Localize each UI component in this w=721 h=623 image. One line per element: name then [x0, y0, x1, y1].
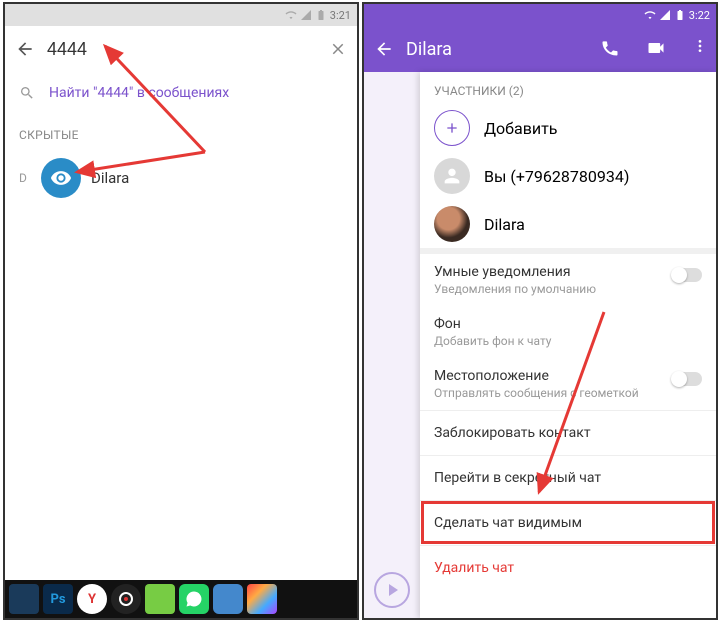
overflow-button[interactable]	[692, 38, 706, 60]
search-prompt-text: Найти "4444" в сообщениях	[49, 85, 229, 101]
smart-notifications-sub: Уведомления по умолчанию	[434, 282, 662, 296]
smart-notifications-toggle[interactable]	[672, 268, 702, 282]
taskbar-icon-1[interactable]	[9, 584, 39, 614]
delete-chat-row[interactable]: Удалить чат	[420, 545, 716, 590]
phone-icon	[600, 38, 620, 58]
location-title: Местоположение	[434, 368, 662, 384]
search-in-messages-row[interactable]: Найти "4444" в сообщениях	[5, 72, 357, 114]
avatar-self	[434, 158, 470, 194]
send-circle-icon	[374, 572, 410, 608]
background-title: Фон	[434, 316, 702, 332]
whatsapp-icon	[185, 590, 203, 608]
taskbar-icon-disc[interactable]	[111, 584, 141, 614]
background-row[interactable]: Фон Добавить фон к чату	[420, 306, 716, 358]
back-button[interactable]	[374, 39, 394, 59]
member-self-label: Вы (+79628780934)	[484, 167, 629, 186]
chat-background-strip	[364, 72, 420, 618]
battery-icon	[315, 9, 327, 21]
status-time: 3:21	[330, 9, 351, 22]
status-bar: 3:22	[364, 4, 716, 26]
location-toggle[interactable]	[672, 372, 702, 386]
participants-header: УЧАСТНИКИ (2)	[420, 72, 716, 104]
call-button[interactable]	[600, 38, 622, 60]
eye-icon	[50, 167, 72, 189]
status-time: 3:22	[689, 9, 710, 22]
search-input[interactable]	[47, 39, 317, 60]
search-toolbar	[5, 26, 357, 72]
taskbar-icon-whatsapp[interactable]	[179, 584, 209, 614]
back-button[interactable]	[15, 39, 35, 59]
smart-notifications-row[interactable]: Умные уведомления Уведомления по умолчан…	[420, 254, 716, 306]
video-call-button[interactable]	[646, 38, 668, 60]
secret-chat-row[interactable]: Перейти в секретный чат	[420, 455, 716, 500]
location-sub: Отправлять сообщения с геометкой	[434, 386, 662, 400]
chat-title: Dilara	[406, 39, 576, 60]
video-icon	[646, 38, 666, 58]
phone-right: 3:22 Dilara :21✓✓ :06✓✓ ✓✓	[362, 2, 718, 620]
chat-info-toolbar: Dilara	[364, 26, 716, 72]
taskbar: Ps Y	[5, 580, 357, 618]
avatar-dilara	[434, 206, 470, 242]
contact-name: Dilara	[91, 169, 129, 187]
taskbar-icon-y[interactable]: Y	[77, 584, 107, 614]
location-row[interactable]: Местоположение Отправлять сообщения с ге…	[420, 358, 716, 410]
contact-letter: D	[19, 171, 31, 185]
add-button[interactable]	[434, 110, 470, 146]
avatar-hidden	[41, 158, 81, 198]
search-icon	[19, 85, 35, 101]
taskbar-icon-sheet[interactable]	[145, 584, 175, 614]
add-participant-row[interactable]: Добавить	[420, 104, 716, 152]
phone-left: 3:21 Найти "4444" в сообщениях СКРЫТЫЕ D…	[3, 2, 359, 620]
chat-info-panel: УЧАСТНИКИ (2) Добавить Вы (+79628780934)…	[420, 72, 716, 618]
wifi-icon	[285, 9, 297, 21]
contact-row-dilara[interactable]: D Dilara	[5, 152, 357, 204]
make-chat-visible-row[interactable]: Сделать чат видимым	[420, 500, 716, 545]
status-bar: 3:21	[5, 4, 357, 26]
wifi-icon	[644, 9, 656, 21]
clear-button[interactable]	[329, 40, 347, 58]
taskbar-icon-ps[interactable]: Ps	[43, 584, 73, 614]
background-sub: Добавить фон к чату	[434, 334, 702, 348]
signal-icon	[659, 9, 671, 21]
battery-icon	[674, 9, 686, 21]
taskbar-icon-cloud[interactable]	[213, 584, 243, 614]
arrow-left-icon	[374, 39, 394, 59]
member-other-label: Dilara	[484, 215, 525, 234]
close-icon	[329, 40, 347, 58]
signal-icon	[300, 9, 312, 21]
add-label: Добавить	[484, 119, 557, 138]
member-other[interactable]: Dilara	[420, 200, 716, 248]
plus-icon	[444, 120, 460, 136]
block-contact-row[interactable]: Заблокировать контакт	[420, 410, 716, 455]
arrow-left-icon	[15, 39, 35, 59]
person-icon	[441, 165, 463, 187]
hidden-section-header: СКРЫТЫЕ	[5, 114, 357, 152]
more-vert-icon	[692, 38, 708, 54]
smart-notifications-title: Умные уведомления	[434, 264, 662, 280]
taskbar-icon-home[interactable]	[247, 584, 277, 614]
member-self[interactable]: Вы (+79628780934)	[420, 152, 716, 200]
